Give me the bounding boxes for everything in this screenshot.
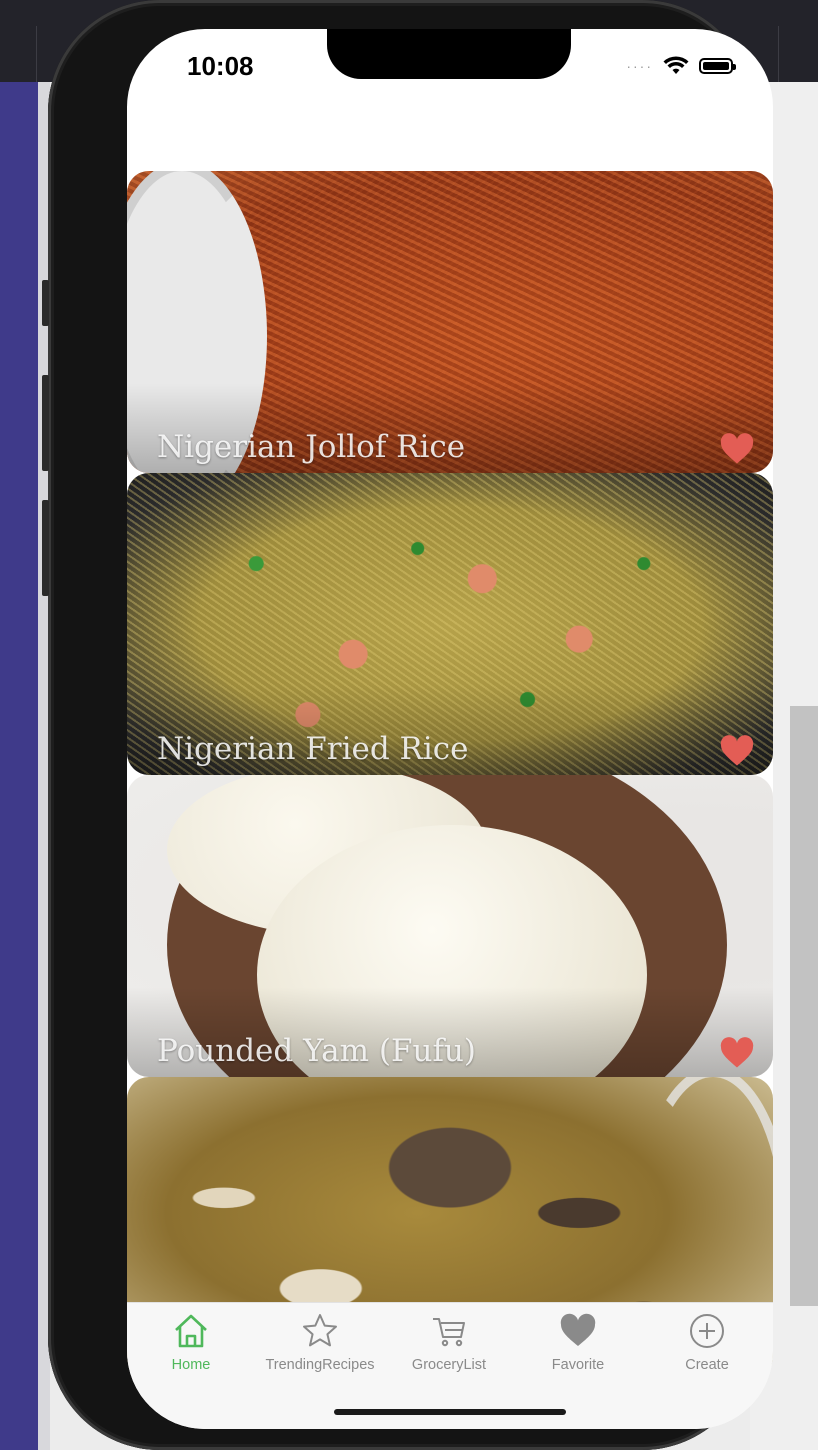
tab-home[interactable]: Home (127, 1311, 256, 1381)
volume-down-button (42, 500, 49, 596)
plus-circle-icon (690, 1314, 724, 1348)
volume-up-button (42, 375, 49, 471)
heart-icon (560, 1313, 596, 1346)
tab-label: Favorite (551, 1357, 605, 1373)
status-icons: ···· (626, 51, 736, 81)
signal-dots-icon: ···· (626, 58, 653, 74)
tab-label: Create (685, 1357, 729, 1373)
toolbar-divider (778, 26, 779, 82)
tab-label: Home (171, 1357, 211, 1373)
battery-icon (699, 58, 736, 74)
recipe-title: Nigerian Fried Rice (157, 731, 469, 767)
star-icon (303, 1314, 337, 1347)
favorite-heart-icon[interactable] (719, 1037, 755, 1069)
recipe-card[interactable]: Pounded Yam (Fufu) (127, 775, 773, 1077)
toolbar-divider (36, 26, 37, 82)
home-icon (175, 1314, 207, 1348)
recipe-title: Pounded Yam (Fufu) (157, 1033, 476, 1069)
recipe-card[interactable]: Nigerian Fried Rice (127, 473, 773, 775)
tab-grocery-list[interactable]: GroceryList (384, 1311, 514, 1381)
notch (327, 29, 571, 79)
tab-trending-recipes[interactable]: TrendingRecipes (255, 1311, 385, 1381)
favorite-heart-icon[interactable] (719, 735, 755, 767)
desktop-left-panel (0, 82, 38, 1450)
wifi-icon (663, 56, 689, 74)
desktop-scrollbar[interactable] (790, 706, 818, 1306)
recipe-card[interactable]: Nigerian Jollof Rice (127, 171, 773, 473)
tab-label: TrendingRecipes (265, 1357, 375, 1373)
cart-icon (433, 1318, 465, 1347)
recipe-title: Nigerian Jollof Rice (157, 429, 466, 465)
mute-switch (42, 280, 49, 326)
phone-frame: 10:08 ···· Nigerian Jollof Rice Nigerian… (42, 0, 773, 1450)
phone-screen: 10:08 ···· Nigerian Jollof Rice Nigerian… (127, 29, 773, 1429)
home-indicator[interactable] (334, 1409, 566, 1415)
favorite-heart-icon[interactable] (719, 433, 755, 465)
tab-favorite[interactable]: Favorite (513, 1311, 643, 1381)
status-time: 10:08 (187, 51, 254, 81)
tab-label: GroceryList (411, 1357, 487, 1373)
tab-create[interactable]: Create (642, 1311, 772, 1381)
